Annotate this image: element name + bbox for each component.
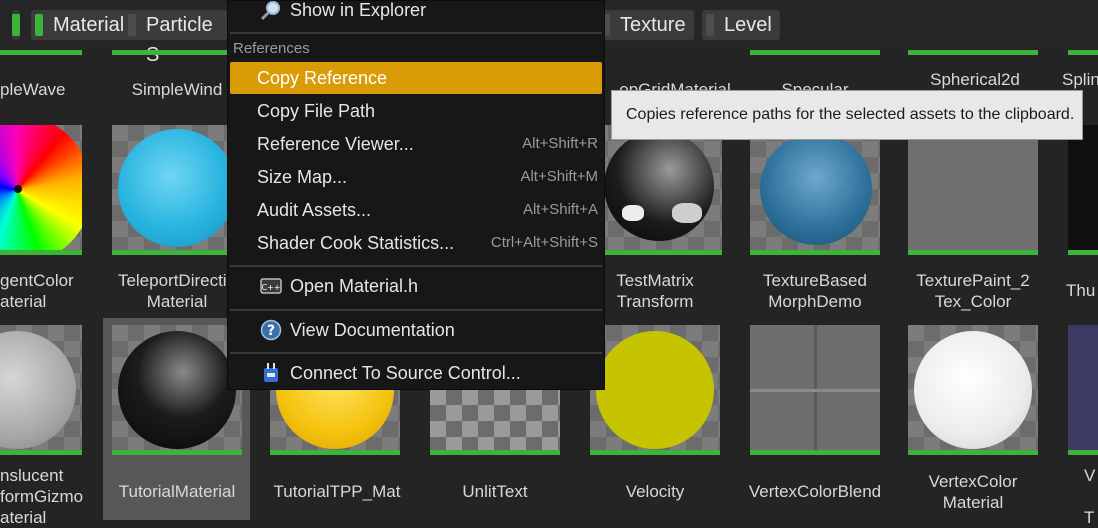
filter-material[interactable]: Material xyxy=(31,10,133,40)
asset-label[interactable]: V T xyxy=(1084,465,1098,528)
menu-open-material-h[interactable]: C++ Open Material.h xyxy=(230,270,602,302)
asset-label[interactable]: TexturePaint_2 Tex_Color xyxy=(898,270,1048,312)
menu-view-documentation[interactable]: ? View Documentation xyxy=(230,314,602,346)
menu-divider xyxy=(230,32,602,34)
tooltip: Copies reference paths for the selected … xyxy=(611,90,1083,140)
asset-thumbnail[interactable] xyxy=(750,325,880,455)
menu-divider xyxy=(230,265,602,267)
menu-divider xyxy=(230,309,602,311)
asset-thumbnail[interactable] xyxy=(112,325,242,455)
asset-label[interactable]: TextureBased MorphDemo xyxy=(740,270,890,312)
asset-label[interactable]: VertexColorBlend xyxy=(740,481,890,502)
asset-thumbnail[interactable] xyxy=(0,125,82,255)
help-icon: ? xyxy=(260,319,282,341)
menu-item-label: Show in Explorer xyxy=(290,0,427,20)
menu-item-label: Copy Reference xyxy=(257,68,388,88)
menu-item-label: Open Material.h xyxy=(290,276,419,296)
shortcut-label: Alt+Shift+M xyxy=(520,168,598,185)
shortcut-label: Alt+Shift+A xyxy=(522,201,598,218)
asset-label[interactable]: Splin xyxy=(1062,69,1098,90)
menu-divider xyxy=(230,352,602,354)
filter-chip-partial[interactable] xyxy=(12,10,20,40)
asset-label[interactable]: gentColor aterial xyxy=(0,270,82,312)
asset-label[interactable]: TutorialMaterial xyxy=(102,481,252,502)
filter-label: Particle S xyxy=(146,14,213,66)
filter-label: Texture xyxy=(620,14,686,36)
menu-item-label: Reference Viewer... xyxy=(257,134,414,154)
magnifier-icon xyxy=(260,1,280,21)
menu-item-label: Shader Cook Statistics... xyxy=(257,233,455,253)
context-menu: Show in Explorer References Copy Referen… xyxy=(227,0,605,390)
svg-text:C++: C++ xyxy=(262,283,281,292)
menu-connect-source-control[interactable]: Connect To Source Control... xyxy=(230,357,602,389)
menu-copy-reference[interactable]: Copy Reference xyxy=(230,62,602,94)
svg-text:?: ? xyxy=(267,323,275,339)
filter-texture[interactable]: Texture xyxy=(598,10,694,40)
asset-thumbnail[interactable] xyxy=(592,125,722,255)
menu-item-label: Copy File Path xyxy=(257,101,376,121)
menu-audit-assets[interactable]: Audit Assets... Alt+Shift+A xyxy=(230,194,602,226)
filter-label: Material xyxy=(53,14,125,36)
filter-label: Level xyxy=(724,14,772,36)
asset-thumbnail[interactable] xyxy=(1068,125,1098,255)
asset-thumbnail[interactable] xyxy=(750,125,880,255)
menu-section-references: References xyxy=(233,40,310,57)
asset-thumbnail[interactable] xyxy=(908,325,1038,455)
asset-label[interactable]: Thu xyxy=(1066,280,1098,301)
asset-label[interactable]: Velocity xyxy=(580,481,730,502)
asset-thumbnail[interactable] xyxy=(1068,325,1098,455)
cpp-file-icon: C++ xyxy=(260,278,282,294)
asset-thumbnail[interactable] xyxy=(590,325,720,455)
menu-reference-viewer[interactable]: Reference Viewer... Alt+Shift+R xyxy=(230,128,602,160)
asset-thumbnail[interactable] xyxy=(908,125,1038,255)
asset-label[interactable]: TutorialTPP_Mat xyxy=(262,481,412,502)
asset-thumbnail[interactable] xyxy=(0,325,82,455)
asset-label[interactable]: UnlitText xyxy=(420,481,570,502)
menu-copy-file-path[interactable]: Copy File Path xyxy=(230,95,602,127)
source-control-icon xyxy=(264,363,278,382)
asset-label[interactable]: nslucent formGizmo aterial xyxy=(0,465,90,528)
asset-thumbnail[interactable] xyxy=(112,125,242,255)
asset-label[interactable]: VertexColor Material xyxy=(898,471,1048,513)
menu-item-label: View Documentation xyxy=(290,320,455,340)
menu-item-label: Size Map... xyxy=(257,167,348,187)
menu-shader-cook-statistics[interactable]: Shader Cook Statistics... Ctrl+Alt+Shift… xyxy=(230,227,602,259)
shortcut-label: Alt+Shift+R xyxy=(522,135,598,152)
menu-size-map[interactable]: Size Map... Alt+Shift+M xyxy=(230,161,602,193)
menu-show-in-explorer[interactable]: Show in Explorer xyxy=(230,0,602,26)
asset-label[interactable]: Spherical2d xyxy=(900,69,1050,90)
filter-particle-system[interactable]: Particle S xyxy=(124,10,228,66)
menu-item-label: Connect To Source Control... xyxy=(290,363,521,383)
asset-label[interactable]: pleWave xyxy=(0,79,80,100)
menu-item-label: Audit Assets... xyxy=(257,200,372,220)
filter-level[interactable]: Level xyxy=(702,10,780,40)
shortcut-label: Ctrl+Alt+Shift+S xyxy=(490,234,598,251)
